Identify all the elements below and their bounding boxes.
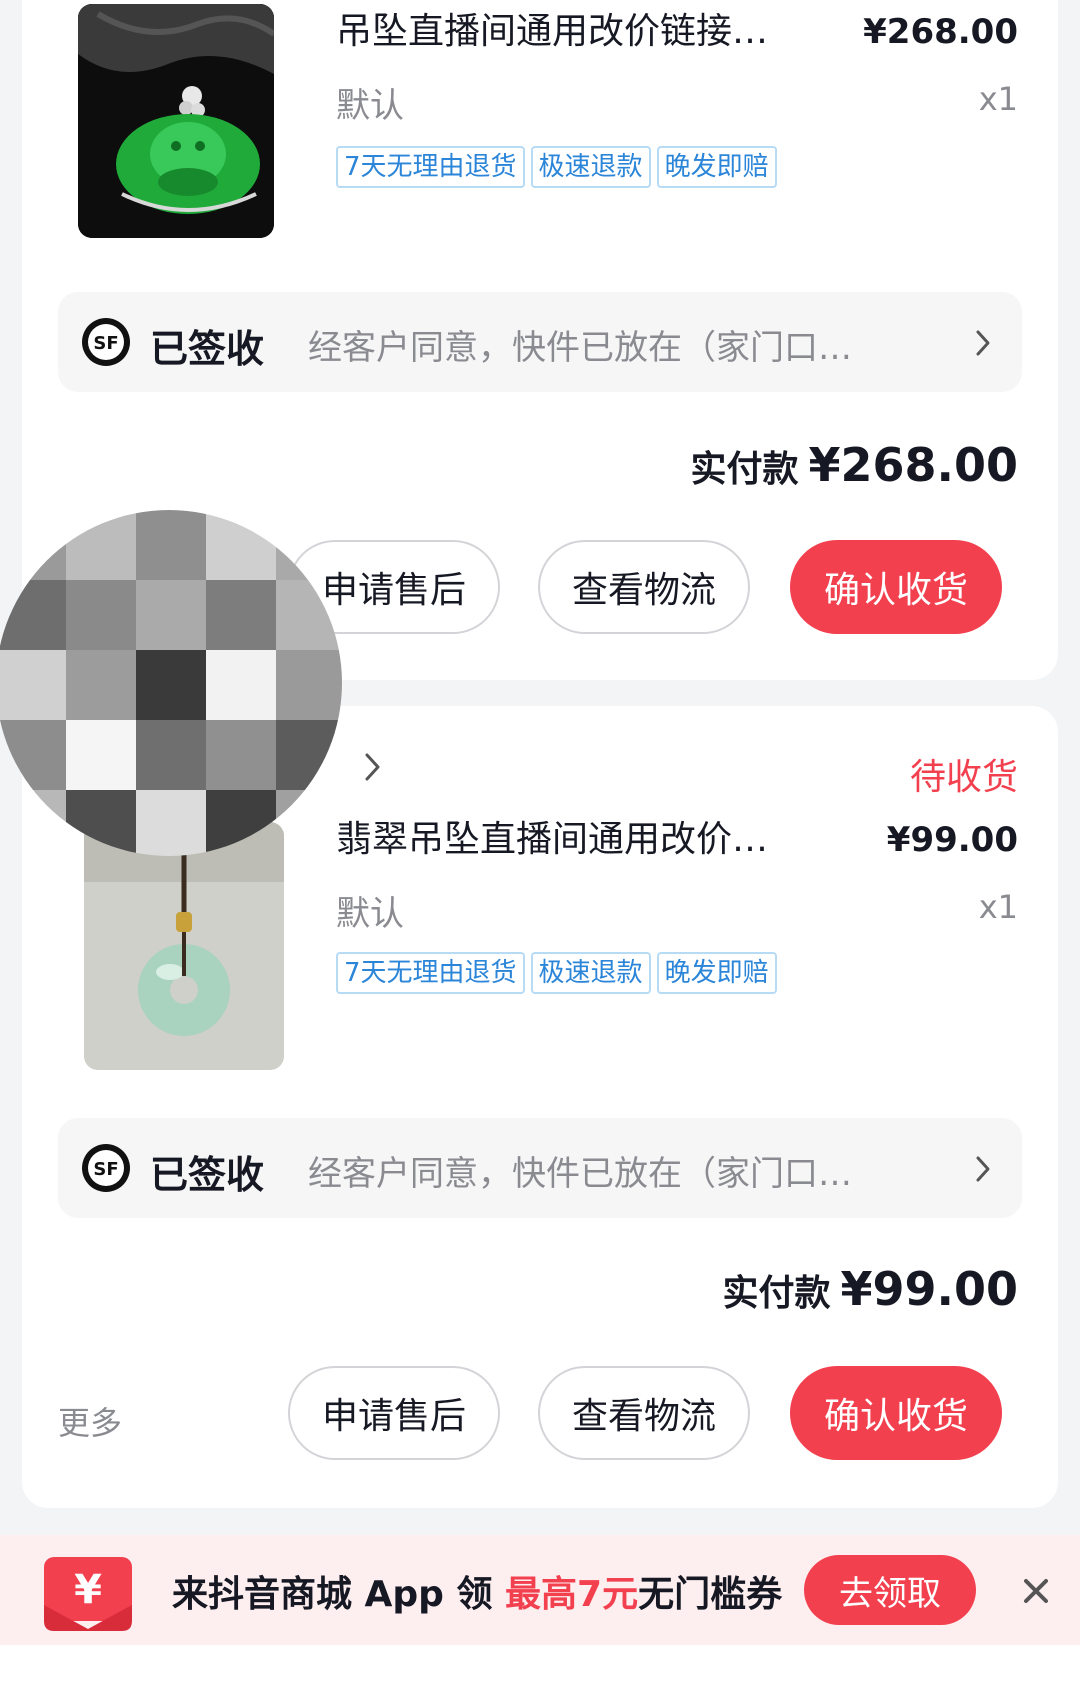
logistics-status: 已签收 [150, 1153, 265, 1197]
logistics-bar[interactable]: SF 已签收 经客户同意，快件已放在（家门口… [58, 292, 1022, 392]
product-price: ¥99.00 [886, 820, 1018, 860]
product-sku: 默认 [336, 86, 404, 126]
close-icon[interactable] [1020, 1575, 1052, 1607]
product-image-1[interactable] [78, 4, 274, 238]
svg-text:¥: ¥ [74, 1567, 102, 1613]
privacy-mosaic [0, 510, 342, 856]
banner-text-prefix: 来抖音商城 App 领 [172, 1574, 506, 1615]
view-logistics-button[interactable]: 查看物流 [538, 540, 750, 634]
banner-text: 来抖音商城 App 领 最高7元无门槛券 [172, 1565, 782, 1617]
tag-fast-refund: 极速退款 [530, 952, 651, 994]
bottom-safe-area [0, 1645, 1080, 1693]
svg-text:SF: SF [93, 1159, 118, 1180]
logistics-detail: 经客户同意，快件已放在（家门口… [308, 328, 852, 368]
sf-express-icon: SF [82, 318, 130, 366]
claim-coupon-button[interactable]: 去领取 [804, 1555, 976, 1625]
yuan-coupon-icon: ¥ [44, 1557, 132, 1631]
order-total: 实付款 ¥268.00 [690, 438, 1018, 492]
logistics-status: 已签收 [150, 327, 265, 371]
confirm-receipt-button[interactable]: 确认收货 [790, 1366, 1002, 1460]
tag-7day-return: 7天无理由退货 [336, 146, 525, 188]
logistics-bar[interactable]: SF 已签收 经客户同意，快件已放在（家门口… [58, 1118, 1022, 1218]
sf-express-icon: SF [82, 1144, 130, 1192]
order-status: 待收货 [909, 757, 1018, 798]
app-download-banner[interactable]: ¥ 来抖音商城 App 领 最高7元无门槛券 去领取 [0, 1535, 1080, 1645]
total-value: ¥268.00 [808, 438, 1018, 492]
order-total: 实付款 ¥99.00 [722, 1262, 1018, 1316]
service-tags: 7天无理由退货 极速退款 晚发即赔 [336, 146, 777, 188]
shop-chevron-right-icon[interactable] [362, 750, 384, 784]
product-image-2[interactable] [84, 822, 284, 1070]
chevron-right-icon [976, 1156, 990, 1182]
banner-text-suffix: 无门槛券 [638, 1574, 783, 1615]
confirm-receipt-button[interactable]: 确认收货 [790, 540, 1002, 634]
logistics-detail: 经客户同意，快件已放在（家门口… [308, 1154, 852, 1194]
apply-after-sale-button[interactable]: 申请售后 [288, 1366, 500, 1460]
product-title[interactable]: 翡翠吊坠直播间通用改价… [336, 818, 836, 862]
total-label: 实付款 [690, 449, 799, 490]
product-quantity: x1 [978, 888, 1018, 926]
chevron-right-icon [976, 330, 990, 356]
total-label: 实付款 [722, 1273, 831, 1314]
tag-fast-refund: 极速退款 [530, 146, 651, 188]
banner-text-highlight: 最高7元 [505, 1574, 639, 1615]
more-link[interactable]: 更多 [58, 1398, 122, 1444]
product-sku: 默认 [336, 894, 404, 934]
product-title[interactable]: 吊坠直播间通用改价链接… [336, 10, 836, 54]
tag-7day-return: 7天无理由退货 [336, 952, 525, 994]
tag-late-compensation: 晚发即赔 [656, 146, 777, 188]
product-quantity: x1 [978, 80, 1018, 118]
product-price: ¥268.00 [863, 12, 1018, 52]
svg-text:SF: SF [93, 333, 118, 354]
view-logistics-button[interactable]: 查看物流 [538, 1366, 750, 1460]
tag-late-compensation: 晚发即赔 [656, 952, 777, 994]
total-value: ¥99.00 [840, 1262, 1018, 1316]
service-tags: 7天无理由退货 极速退款 晚发即赔 [336, 952, 777, 994]
